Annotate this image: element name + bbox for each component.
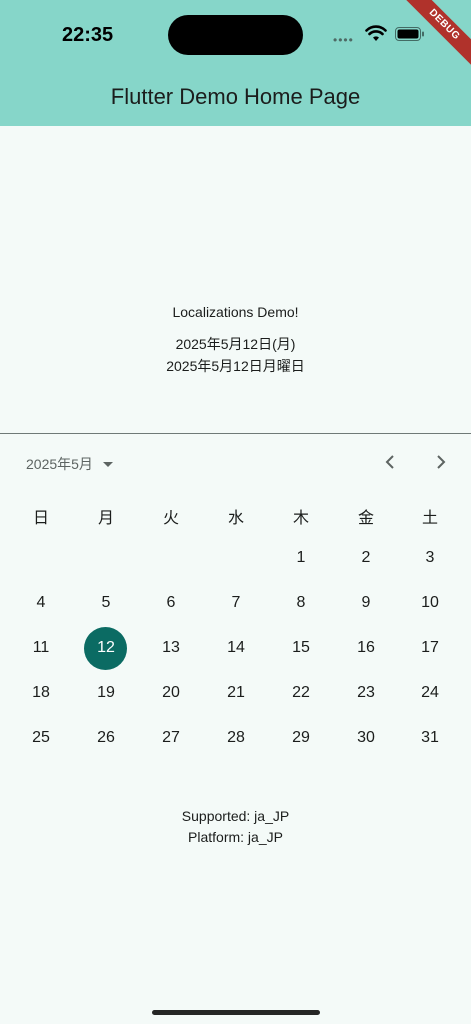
dropdown-arrow-icon	[102, 461, 113, 467]
calendar-day[interactable]: 5	[84, 594, 128, 612]
month-year-label: 2025年5月	[26, 456, 93, 472]
status-time: 22:35	[62, 24, 114, 46]
weekday-header: 日	[32, 510, 49, 527]
calendar-day[interactable]: 30	[344, 729, 388, 747]
calendar-day[interactable]: 17	[408, 639, 452, 657]
date-full: 2025年5月12日月曜日	[166, 358, 305, 374]
platform-locale: Platform: ja_JP	[188, 829, 283, 845]
app-bar-title: Flutter Demo Home Page	[0, 68, 471, 126]
divider	[0, 433, 471, 434]
calendar-day[interactable]: 28	[214, 729, 258, 747]
weekday-header: 月	[97, 510, 114, 527]
weekday-header: 火	[162, 510, 179, 527]
calendar-day[interactable]: 23	[344, 684, 388, 702]
calendar-day[interactable]: 11	[19, 639, 63, 657]
battery-icon	[395, 27, 424, 41]
calendar-day[interactable]: 29	[279, 729, 323, 747]
dynamic-island	[168, 15, 303, 55]
calendar-day[interactable]: 27	[149, 729, 193, 747]
status-bar: 22:35 •••• DEBUG	[0, 0, 471, 71]
calendar-day[interactable]: 4	[19, 594, 63, 612]
calendar-day[interactable]: 31	[408, 729, 452, 747]
home-indicator	[152, 1010, 320, 1015]
weekday-header: 水	[227, 510, 244, 527]
calendar-day[interactable]: 8	[279, 594, 323, 612]
calendar-day[interactable]: 22	[279, 684, 323, 702]
wifi-icon	[365, 25, 387, 41]
date-short: 2025年5月12日(月)	[175, 336, 296, 352]
calendar-day[interactable]: 26	[84, 729, 128, 747]
calendar-day[interactable]: 1	[279, 549, 323, 567]
weekday-header: 木	[292, 510, 309, 527]
calendar-day[interactable]: 14	[214, 639, 258, 657]
signal-dots-icon: ••••	[333, 33, 354, 47]
weekday-header: 土	[421, 510, 438, 527]
calendar-day[interactable]: 15	[279, 639, 323, 657]
calendar-day[interactable]: 21	[214, 684, 258, 702]
calendar-day[interactable]: 19	[84, 684, 128, 702]
calendar-day[interactable]: 6	[149, 594, 193, 612]
calendar-day[interactable]: 10	[408, 594, 452, 612]
previous-month-button[interactable]	[378, 450, 402, 474]
next-month-button[interactable]	[429, 450, 453, 474]
calendar-day[interactable]: 3	[408, 549, 452, 567]
month-year-picker[interactable]: 2025年5月	[26, 454, 113, 474]
calendar-day[interactable]: 7	[214, 594, 258, 612]
supported-locale: Supported: ja_JP	[181, 808, 290, 824]
calendar-day[interactable]: 13	[149, 639, 193, 657]
calendar-day[interactable]: 25	[19, 729, 63, 747]
calendar-day[interactable]: 9	[344, 594, 388, 612]
calendar-day-selected[interactable]: 12	[84, 639, 128, 657]
calendar-day[interactable]: 16	[344, 639, 388, 657]
calendar-day[interactable]: 24	[408, 684, 452, 702]
weekday-header: 金	[357, 510, 374, 527]
calendar-day[interactable]: 18	[19, 684, 63, 702]
calendar-day[interactable]: 2	[344, 549, 388, 567]
localizations-heading: Localizations Demo!	[172, 304, 299, 320]
calendar-day[interactable]: 20	[149, 684, 193, 702]
